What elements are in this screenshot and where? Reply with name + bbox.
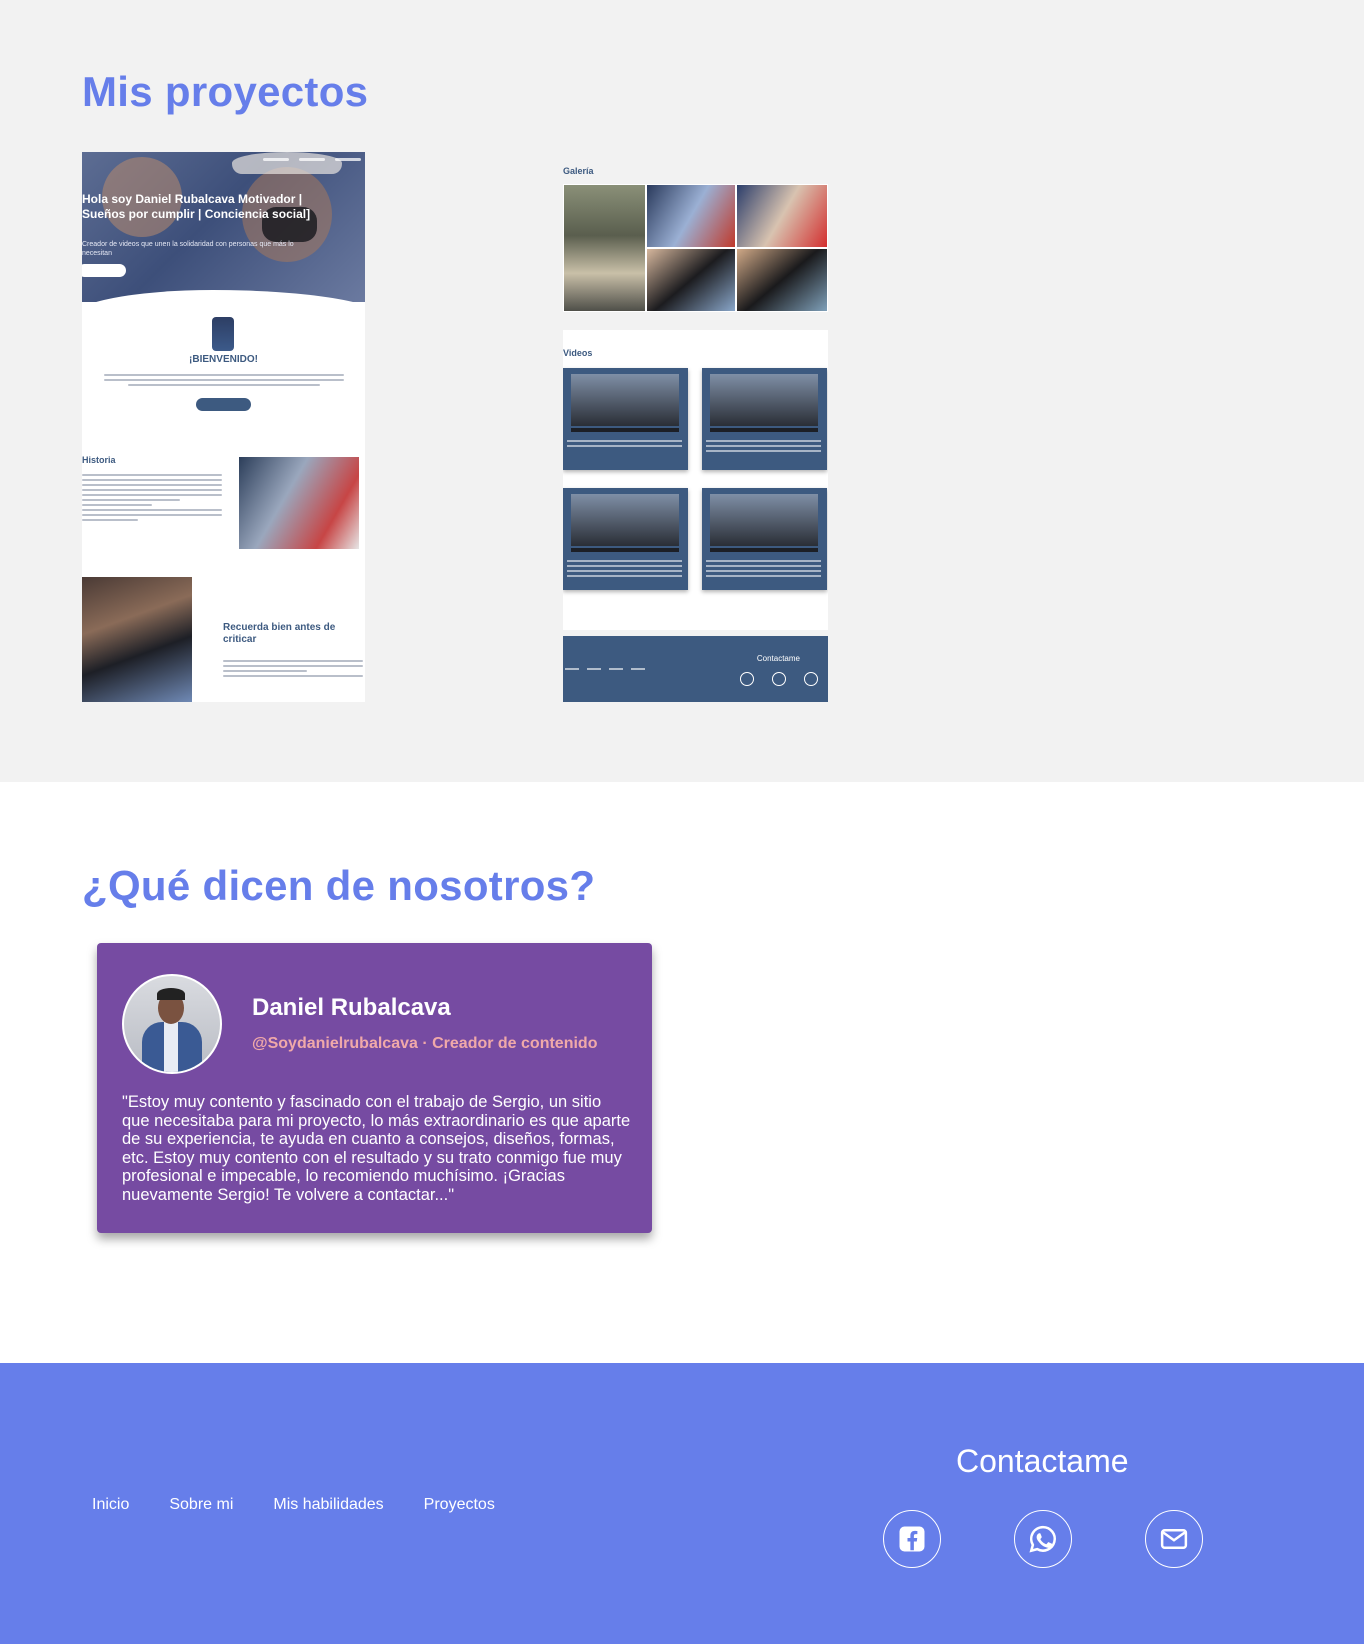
projects-section: Mis proyectos Hola soy Daniel Rubalcava …	[0, 0, 1364, 782]
project-screenshot-2[interactable]: Galería Videos Contactame	[563, 152, 828, 702]
mock-welcome: ¡BIENVENIDO!	[189, 354, 258, 365]
mock-text-lines	[104, 374, 344, 386]
mock-videos-heading: Videos	[563, 348, 593, 358]
footer-link-inicio[interactable]: Inicio	[92, 1496, 129, 1514]
mock-video-card	[563, 368, 688, 470]
whatsapp-icon[interactable]	[1014, 1510, 1072, 1568]
footer: Inicio Sobre mi Mis habilidades Proyecto…	[0, 1363, 1364, 1644]
mock-video-card	[702, 368, 827, 470]
testimonial-quote: "Estoy muy contento y fascinado con el t…	[122, 1093, 631, 1204]
projects-title: Mis proyectos	[82, 68, 369, 115]
footer-nav: Inicio Sobre mi Mis habilidades Proyecto…	[92, 1496, 495, 1514]
footer-link-proyectos[interactable]: Proyectos	[424, 1496, 495, 1514]
mock-footer: Contactame	[563, 636, 828, 702]
mock-video-card	[563, 488, 688, 590]
mock-recuerda-heading: Recuerda bien antes de criticar	[223, 622, 336, 645]
footer-link-sobre-mi[interactable]: Sobre mi	[169, 1496, 233, 1514]
avatar	[122, 974, 222, 1074]
facebook-icon[interactable]	[883, 1510, 941, 1568]
testimonial-card: Daniel Rubalcava @Soydanielrubalcava · C…	[97, 943, 652, 1233]
mock-avatar	[212, 317, 234, 351]
mock-hero-image: Hola soy Daniel Rubalcava Motivador | Su…	[82, 152, 365, 302]
project-screenshot-1[interactable]: Hola soy Daniel Rubalcava Motivador | Su…	[82, 152, 365, 702]
testimonials-section: ¿Qué dicen de nosotros? Daniel Rubalcava…	[0, 782, 1364, 1363]
mail-icon[interactable]	[1145, 1510, 1203, 1568]
footer-contact-title: Contactame	[956, 1443, 1129, 1479]
testimonial-name: Daniel Rubalcava	[252, 994, 451, 1021]
footer-link-habilidades[interactable]: Mis habilidades	[273, 1496, 383, 1514]
mock-cta-button	[196, 398, 251, 411]
mock-recuerda-text	[223, 660, 363, 680]
mock-footer-contact: Contactame	[756, 654, 800, 663]
mock-galeria-heading: Galería	[563, 166, 594, 176]
mock-video-card	[702, 488, 827, 590]
mock-videos-section: Videos	[563, 330, 828, 630]
mock-photo-2	[82, 577, 192, 702]
testimonial-handle: @Soydanielrubalcava · Creador de conteni…	[252, 1035, 598, 1052]
mock-historia-heading: Historia	[82, 455, 116, 465]
footer-social-icons	[883, 1510, 1203, 1568]
mock-hero-title: Hola soy Daniel Rubalcava Motivador | Su…	[82, 192, 311, 221]
mock-historia-text	[82, 474, 222, 524]
mock-gallery	[563, 184, 828, 312]
testimonials-title: ¿Qué dicen de nosotros?	[82, 862, 596, 909]
mock-hero-subtitle: Creador de videos que unen la solidarida…	[82, 241, 294, 257]
mock-hero-button	[82, 264, 126, 277]
mock-photo	[239, 457, 359, 549]
